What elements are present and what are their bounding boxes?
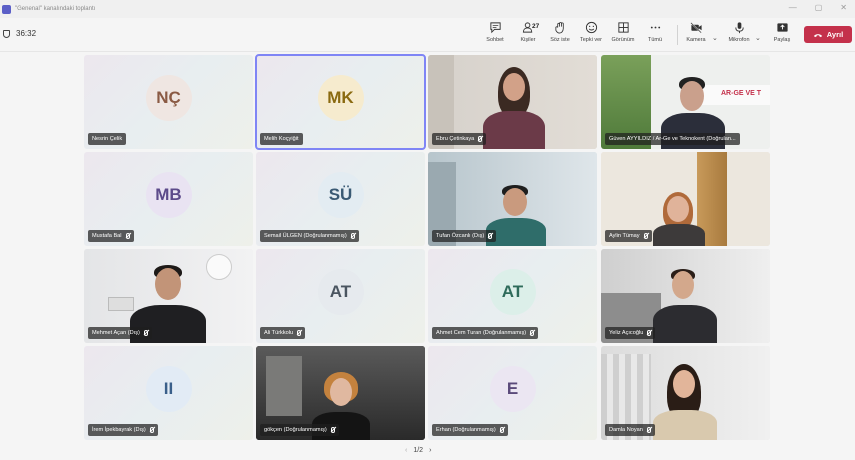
meeting-timer: 36:32 [3, 29, 36, 38]
window-controls: — ▢ ✕ [789, 3, 847, 12]
mic-muted-icon [350, 233, 355, 239]
participant-name: Mustafa Bal [88, 230, 134, 242]
participant-tile-active-speaker[interactable]: MK Melih Koçyiğit [255, 54, 426, 150]
people-count: 27 [532, 23, 540, 30]
mic-muted-icon [488, 233, 493, 239]
video-grid: NÇ Nesrin Çelik MK Melih Koçyiğit Ebru Ç… [0, 52, 855, 460]
close-icon[interactable]: ✕ [840, 3, 847, 12]
avatar: II [145, 366, 192, 412]
participant-tile[interactable]: MB Mustafa Bal [84, 152, 253, 246]
participant-name: Erhan (Doğrulanmamış) [432, 424, 508, 436]
avatar: MK [317, 75, 364, 121]
participant-name: Aylin Tümay [605, 230, 652, 242]
camera-options-chevron-icon[interactable]: ⌄ [712, 34, 718, 42]
avatar: NÇ [145, 75, 192, 121]
people-button[interactable]: 27 Kişiler [510, 21, 546, 43]
mic-muted-icon [499, 427, 504, 433]
participant-name: Semail ÜLGEN (Doğrulanmamış) [260, 230, 359, 242]
participant-name: gökçen (Doğrulanmamış) [260, 424, 339, 436]
participant-name: Damla Noyan [605, 424, 655, 436]
mic-muted-icon [646, 427, 651, 433]
title-bar: "Genenal" kanalındaki toplantı — ▢ ✕ [0, 0, 855, 18]
more-icon [650, 26, 660, 29]
more-button[interactable]: Tümü [637, 21, 673, 43]
mic-muted-icon [330, 427, 335, 433]
avatar: E [489, 366, 536, 412]
camera-button[interactable]: Kamera [678, 21, 714, 43]
avatar: SÜ [317, 172, 364, 218]
participant-name: Nesrin Çelik [88, 133, 127, 145]
participant-name: Melih Koçyiğit [260, 133, 303, 145]
timer-text: 36:32 [16, 29, 37, 38]
participant-video-tile[interactable]: gökçen (Doğrulanmamış) [256, 346, 425, 440]
mic-muted-icon [297, 330, 302, 336]
page-indicator: 1/2 [413, 447, 424, 454]
participant-video-tile[interactable]: Damla Noyan [601, 346, 770, 440]
participant-name: İrem İpekbayrak (Dış) [88, 424, 158, 436]
participant-video-tile[interactable]: Tufan Özcanlı (Dış) [428, 152, 597, 246]
smiley-icon [585, 21, 597, 34]
share-button[interactable]: Paylaş [764, 21, 800, 43]
mic-muted-icon [647, 330, 652, 336]
participant-tile[interactable]: NÇ Nesrin Çelik [84, 55, 253, 149]
previous-page-icon[interactable]: ‹ [405, 447, 407, 454]
participant-name: Ebru Çetinkaya [432, 133, 487, 145]
mic-muted-icon [478, 136, 483, 142]
participant-tile[interactable]: E Erhan (Doğrulanmamış) [428, 346, 597, 440]
participant-tile[interactable]: II İrem İpekbayrak (Dış) [84, 346, 253, 440]
meeting-toolbar: 36:32 Sohbet 27 Kişiler Söz iste Tepki v… [0, 18, 855, 52]
minimize-icon[interactable]: — [789, 3, 797, 12]
hang-up-icon [813, 33, 822, 37]
mic-muted-icon [149, 427, 154, 433]
avatar: AT [317, 269, 364, 315]
participant-video-tile[interactable]: Aylin Tümay [601, 152, 770, 246]
participant-name: Ali Türkkolu [260, 327, 306, 339]
participant-name: Tufan Özcanlı (Dış) [432, 230, 497, 242]
avatar: MB [145, 172, 192, 218]
participant-video-tile[interactable]: AR-GE VE T Güven AYYILDIZ / Ar-Ge ve Tek… [601, 55, 770, 149]
mic-button[interactable]: Mikrofon [721, 21, 757, 43]
camera-off-icon [689, 22, 702, 34]
logo-text: AR-GE VE T [721, 90, 762, 97]
chat-icon [489, 22, 501, 34]
mic-options-chevron-icon[interactable]: ⌄ [755, 34, 761, 42]
maximize-icon[interactable]: ▢ [815, 3, 823, 12]
mic-muted-icon [643, 233, 648, 239]
chat-button[interactable]: Sohbet [477, 21, 513, 43]
page-navigator: ‹ 1/2 › [405, 447, 431, 454]
participant-tile[interactable]: AT Ahmet Cem Turan (Doğrulanmamış) [428, 249, 597, 343]
participant-name: Mehmet Açan (Dış) [88, 327, 152, 339]
hand-icon [554, 21, 564, 34]
view-button[interactable]: Görünüm [605, 21, 641, 43]
participant-tile[interactable]: SÜ Semail ÜLGEN (Doğrulanmamış) [256, 152, 425, 246]
next-page-icon[interactable]: › [429, 447, 431, 454]
toolbar-divider [677, 25, 678, 45]
participant-video-tile[interactable]: Mehmet Açan (Dış) [84, 249, 253, 343]
participant-name: Güven AYYILDIZ / Ar-Ge ve Teknokent (Doğ… [605, 133, 740, 145]
react-button[interactable]: Tepki ver [573, 21, 609, 43]
participant-tile[interactable]: AT Ali Türkkolu [256, 249, 425, 343]
mic-muted-icon [530, 330, 535, 336]
leave-button[interactable]: Ayrıl [804, 26, 852, 43]
shield-icon [3, 29, 10, 38]
mic-muted-icon [143, 330, 148, 336]
avatar: AT [489, 269, 536, 315]
grid-view-icon [617, 22, 629, 33]
mic-muted-icon [125, 233, 130, 239]
window-title: "Genenal" kanalındaki toplantı [15, 6, 96, 12]
participant-name: Yeliz Açıcoğlu [605, 327, 656, 339]
teams-logo-icon [2, 4, 11, 14]
participant-video-tile[interactable]: Yeliz Açıcoğlu [601, 249, 770, 343]
participant-name: Ahmet Cem Turan (Doğrulanmamış) [432, 327, 539, 339]
share-icon [776, 23, 788, 32]
participant-video-tile[interactable]: Ebru Çetinkaya [428, 55, 597, 149]
microphone-icon [734, 22, 744, 34]
